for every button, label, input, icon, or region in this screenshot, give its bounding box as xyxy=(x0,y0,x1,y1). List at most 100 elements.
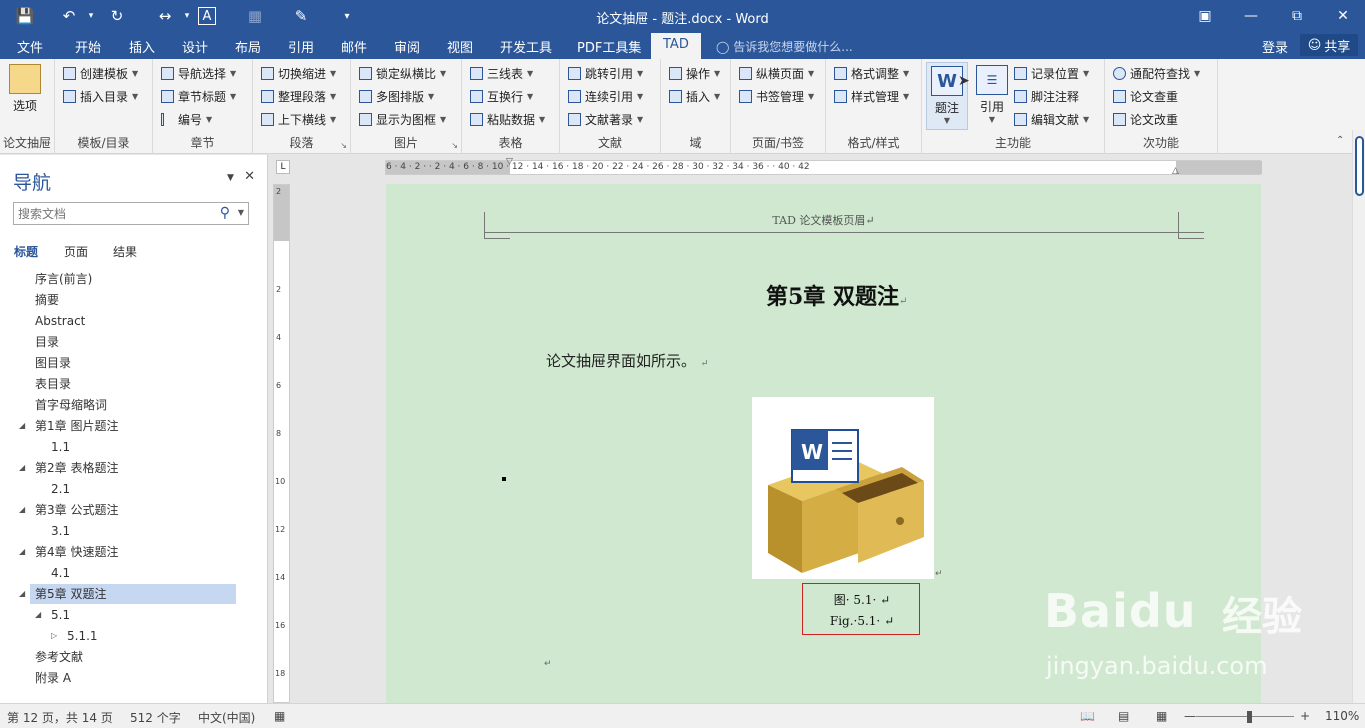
zoom-slider[interactable] xyxy=(1196,716,1294,717)
tab-home[interactable]: 开始 xyxy=(75,37,101,56)
vertical-ruler[interactable]: 2 2 4 6 8 10 12 14 16 18 xyxy=(273,184,290,703)
expand-triangle-icon[interactable]: ◢ xyxy=(19,463,25,472)
save-icon[interactable]: 💾 xyxy=(14,5,36,27)
document-page[interactable]: TAD 论文模板页眉↵ 第5章 双题注↵ 论文抽屉界面如所示。 ↵ W ↵ 图·… xyxy=(386,184,1261,703)
nav-heading-item[interactable]: 第2章 表格题注 xyxy=(35,458,118,478)
nav-close-icon[interactable]: ✕ xyxy=(244,169,255,184)
zoom-slider-knob[interactable] xyxy=(1247,711,1252,723)
tab-design[interactable]: 设计 xyxy=(182,37,208,56)
format-painter-icon[interactable]: ✎ xyxy=(290,5,312,27)
tab-insert[interactable]: 插入 xyxy=(129,37,155,56)
show-as-frame-button[interactable]: 显示为图框 ▼ xyxy=(359,109,446,129)
print-layout-icon[interactable]: ▤ xyxy=(1118,709,1129,723)
swap-rows-button[interactable]: 互换行 ▼ xyxy=(470,86,533,106)
nav-heading-item[interactable]: 图目录 xyxy=(35,353,71,373)
ribbon-display-options-icon[interactable]: ▣ xyxy=(1190,4,1220,28)
caption-chinese[interactable]: 图· 5.1· ↵ xyxy=(803,591,921,608)
continuous-citation-button[interactable]: 连续引用 ▼ xyxy=(568,86,643,106)
tab-tad[interactable]: TAD xyxy=(651,33,701,59)
jump-citation-button[interactable]: 跳转引用 ▼ xyxy=(568,63,643,83)
nav-heading-item[interactable]: 1.1 xyxy=(51,437,70,457)
customize-quick-access-icon[interactable]: ▾ xyxy=(336,5,358,27)
tab-pdf-tools[interactable]: PDF工具集 xyxy=(577,37,641,56)
nav-tab-headings[interactable]: 标题 xyxy=(14,243,38,260)
zoom-level[interactable]: 110% xyxy=(1325,709,1359,723)
word-count[interactable]: 512 个字 xyxy=(130,709,181,726)
expand-triangle-icon[interactable]: ◢ xyxy=(19,547,25,556)
expand-triangle-icon[interactable]: ◢ xyxy=(19,421,25,430)
tab-mailings[interactable]: 邮件 xyxy=(341,37,367,56)
nav-heading-item[interactable]: 第4章 快速题注 xyxy=(35,542,118,562)
nav-heading-item[interactable]: Abstract xyxy=(35,311,85,331)
tab-selector[interactable]: L xyxy=(276,160,290,174)
expand-triangle-icon[interactable]: ◢ xyxy=(19,589,25,598)
edit-literature-button[interactable]: 编辑文献 ▼ xyxy=(1014,109,1089,129)
caption-english[interactable]: Fig.·5.1· ↵ xyxy=(803,614,921,628)
tab-references[interactable]: 引用 xyxy=(288,37,314,56)
nav-heading-item[interactable]: 序言(前言) xyxy=(35,269,92,289)
search-dropdown-icon[interactable]: ▼ xyxy=(238,208,244,217)
create-template-button[interactable]: 创建模板 ▼ xyxy=(63,63,138,83)
citation-button[interactable]: ☰ 引用 ▼ xyxy=(974,65,1010,124)
nav-heading-item[interactable]: 首字母缩略词 xyxy=(35,395,107,415)
nav-heading-item[interactable]: 目录 xyxy=(35,332,59,352)
tab-layout[interactable]: 布局 xyxy=(235,37,261,56)
layout-dropdown-icon[interactable]: ▾ xyxy=(176,5,198,27)
nav-heading-item[interactable]: 2.1 xyxy=(51,479,70,499)
restore-icon[interactable]: ⧉ xyxy=(1282,4,1312,28)
page-header[interactable]: TAD 论文模板页眉↵ xyxy=(386,212,1261,228)
page-count[interactable]: 第 12 页，共 14 页 xyxy=(7,709,113,726)
collapse-ribbon-icon[interactable]: ⌃ xyxy=(1336,135,1344,146)
login-link[interactable]: 登录 xyxy=(1262,37,1288,56)
dialog-launcher-icon[interactable]: ↘ xyxy=(340,141,347,150)
nav-heading-item[interactable]: 附录 A xyxy=(35,668,71,688)
nav-tab-results[interactable]: 结果 xyxy=(113,243,137,260)
first-line-indent-marker[interactable]: ▽ xyxy=(506,157,513,167)
scrollbar-thumb[interactable] xyxy=(1355,136,1364,196)
portrait-landscape-button[interactable]: 纵横页面 ▼ xyxy=(739,63,814,83)
bookmark-manager-button[interactable]: 书签管理 ▼ xyxy=(739,86,814,106)
nav-heading-item[interactable]: 5.1 xyxy=(51,605,70,625)
top-bottom-lines-button[interactable]: 上下横线 ▼ xyxy=(261,109,336,129)
zoom-in-icon[interactable]: + xyxy=(1300,709,1310,723)
record-position-button[interactable]: 记录位置 ▼ xyxy=(1014,63,1089,83)
options-button[interactable]: 选项 xyxy=(9,64,41,114)
undo-dropdown-icon[interactable]: ▾ xyxy=(80,5,102,27)
tab-view[interactable]: 视图 xyxy=(447,37,473,56)
nav-heading-item[interactable]: 4.1 xyxy=(51,563,70,583)
toggle-indent-button[interactable]: 切换缩进 ▼ xyxy=(261,63,336,83)
chapter-title-button[interactable]: 章节标题 ▼ xyxy=(161,86,236,106)
format-adjust-button[interactable]: 格式调整 ▼ xyxy=(834,63,909,83)
nav-heading-item[interactable]: 3.1 xyxy=(51,521,70,541)
collapse-triangle-icon[interactable]: ▷ xyxy=(51,631,57,640)
layout-tool-icon[interactable]: ↔ xyxy=(154,5,176,27)
nav-select-button[interactable]: 导航选择 ▼ xyxy=(161,63,236,83)
read-mode-icon[interactable]: 📖 xyxy=(1080,709,1095,723)
rewrite-button[interactable]: 论文改重 xyxy=(1113,109,1178,129)
close-icon[interactable]: ✕ xyxy=(1328,4,1358,28)
tidy-paragraph-button[interactable]: 整理段落 ▼ xyxy=(261,86,336,106)
tell-me-search[interactable]: ◯ 告诉我您想要做什么... xyxy=(716,38,853,55)
field-insert-button[interactable]: 插入 ▼ xyxy=(669,86,720,106)
field-operation-button[interactable]: 操作 ▼ xyxy=(669,63,720,83)
expand-triangle-icon[interactable]: ◢ xyxy=(19,505,25,514)
redo-icon[interactable]: ↻ xyxy=(106,5,128,27)
search-icon[interactable]: ⚲ xyxy=(220,205,230,221)
double-caption-box[interactable]: 图· 5.1· ↵ Fig.·5.1· ↵ xyxy=(802,583,920,635)
tab-file[interactable]: 文件 xyxy=(17,37,43,56)
minimize-icon[interactable]: — xyxy=(1236,4,1266,28)
dialog-launcher-icon[interactable]: ↘ xyxy=(451,141,458,150)
undo-icon[interactable]: ↶ xyxy=(58,5,80,27)
wildcard-search-button[interactable]: 通配符查找 ▼ xyxy=(1113,63,1200,83)
nav-heading-item[interactable]: 5.1.1 xyxy=(67,626,98,646)
paste-data-button[interactable]: 粘贴数据 ▼ xyxy=(470,109,545,129)
nav-tab-pages[interactable]: 页面 xyxy=(64,243,88,260)
nav-search-input[interactable] xyxy=(14,203,209,224)
bibliography-button[interactable]: 文献著录 ▼ xyxy=(568,109,643,129)
multi-image-layout-button[interactable]: 多图排版 ▼ xyxy=(359,86,434,106)
nav-heading-item[interactable]: 第1章 图片题注 xyxy=(35,416,118,436)
figure-image[interactable]: W xyxy=(752,397,934,579)
style-manager-button[interactable]: 样式管理 ▼ xyxy=(834,86,909,106)
nav-heading-item[interactable]: 第3章 公式题注 xyxy=(35,500,118,520)
insert-toc-button[interactable]: 插入目录 ▼ xyxy=(63,86,138,106)
